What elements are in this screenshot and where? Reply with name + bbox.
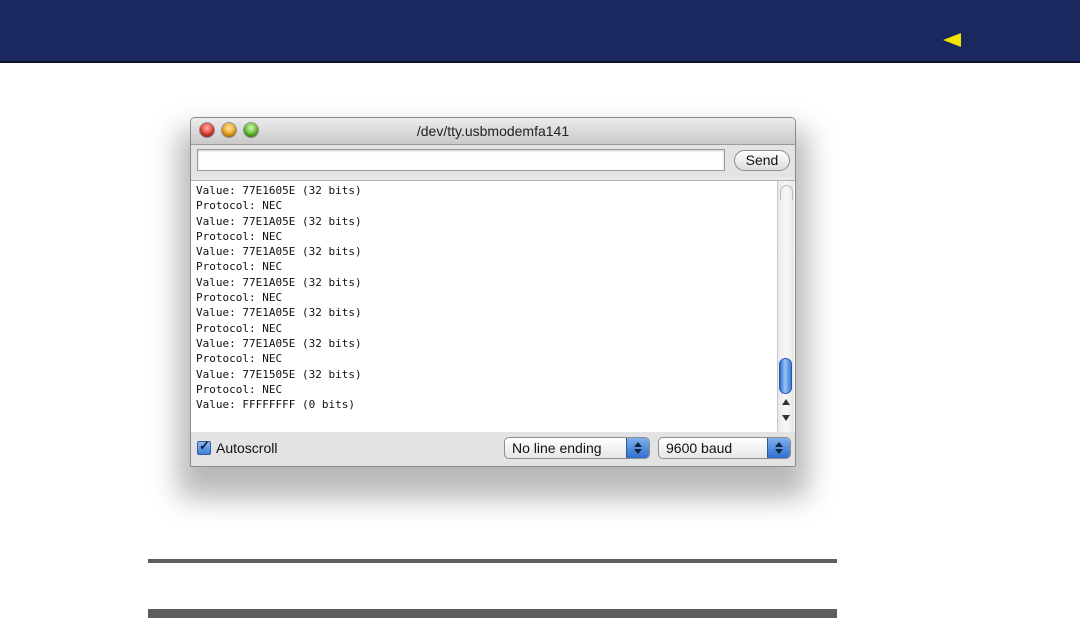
serial-monitor-window: /dev/tty.usbmodemfa141 Send Value: 77E16… xyxy=(190,117,796,467)
output-line: Value: 77E1605E (32 bits) xyxy=(196,184,362,197)
baud-rate-select[interactable]: 9600 baud xyxy=(658,437,791,459)
top-banner xyxy=(0,0,1080,63)
line-ending-select[interactable]: No line ending xyxy=(504,437,650,459)
scrollbar-track-top xyxy=(780,185,793,200)
autoscroll-checkbox[interactable]: ✓ xyxy=(197,438,211,455)
baud-rate-value: 9600 baud xyxy=(666,440,733,456)
serial-output-area[interactable]: Value: 77E1605E (32 bits) Protocol: NEC Va… xyxy=(191,180,795,433)
output-line: Value: 77E1A05E (32 bits) xyxy=(196,214,362,228)
output-line: Value: 77E1505E (32 bits) xyxy=(196,367,362,381)
output-lines: Value: 77E1605E (32 bits) Protocol: NEC Va… xyxy=(196,183,362,412)
output-line: Value: 77E1A05E (32 bits) xyxy=(196,245,362,259)
horizontal-divider xyxy=(148,559,837,563)
output-line: Value: 77E1A05E (32 bits) xyxy=(196,275,362,289)
autoscroll-label: Autoscroll xyxy=(216,440,278,456)
output-line: Protocol: NEC xyxy=(196,352,283,366)
output-line: Protocol: NEC xyxy=(196,291,283,305)
output-line: Value: FFFFFFFF (0 bits) xyxy=(196,398,355,412)
output-line: Protocol: NEC xyxy=(196,229,283,243)
output-line: Protocol: NEC xyxy=(196,321,283,335)
updown-arrows-icon xyxy=(626,438,649,458)
checkmark-icon: ✓ xyxy=(199,438,210,453)
output-line: Value: 77E1A05E (32 bits) xyxy=(196,336,362,350)
send-button[interactable]: Send xyxy=(734,150,790,171)
scroll-down-arrow-icon[interactable] xyxy=(782,415,790,421)
vertical-scrollbar[interactable] xyxy=(777,181,794,432)
output-line: Protocol: NEC xyxy=(196,260,283,274)
monitor-footer: ✓ Autoscroll No line ending 9600 baud xyxy=(191,432,795,466)
back-arrow-icon[interactable] xyxy=(943,33,961,47)
send-toolbar: Send xyxy=(191,145,795,177)
scrollbar-thumb[interactable] xyxy=(779,358,792,394)
window-titlebar[interactable]: /dev/tty.usbmodemfa141 xyxy=(191,118,795,145)
window-title: /dev/tty.usbmodemfa141 xyxy=(416,123,570,139)
serial-send-input[interactable] xyxy=(197,149,725,171)
scroll-up-arrow-icon[interactable] xyxy=(782,399,790,405)
line-ending-value: No line ending xyxy=(512,440,602,456)
output-line: Protocol: NEC xyxy=(196,382,283,396)
updown-arrows-icon xyxy=(767,438,790,458)
horizontal-divider xyxy=(148,609,837,618)
autoscroll-toggle[interactable]: ✓ Autoscroll xyxy=(197,438,277,458)
output-line: Value: 77E1A05E (32 bits) xyxy=(196,306,362,320)
output-line: Protocol: NEC xyxy=(196,199,283,213)
